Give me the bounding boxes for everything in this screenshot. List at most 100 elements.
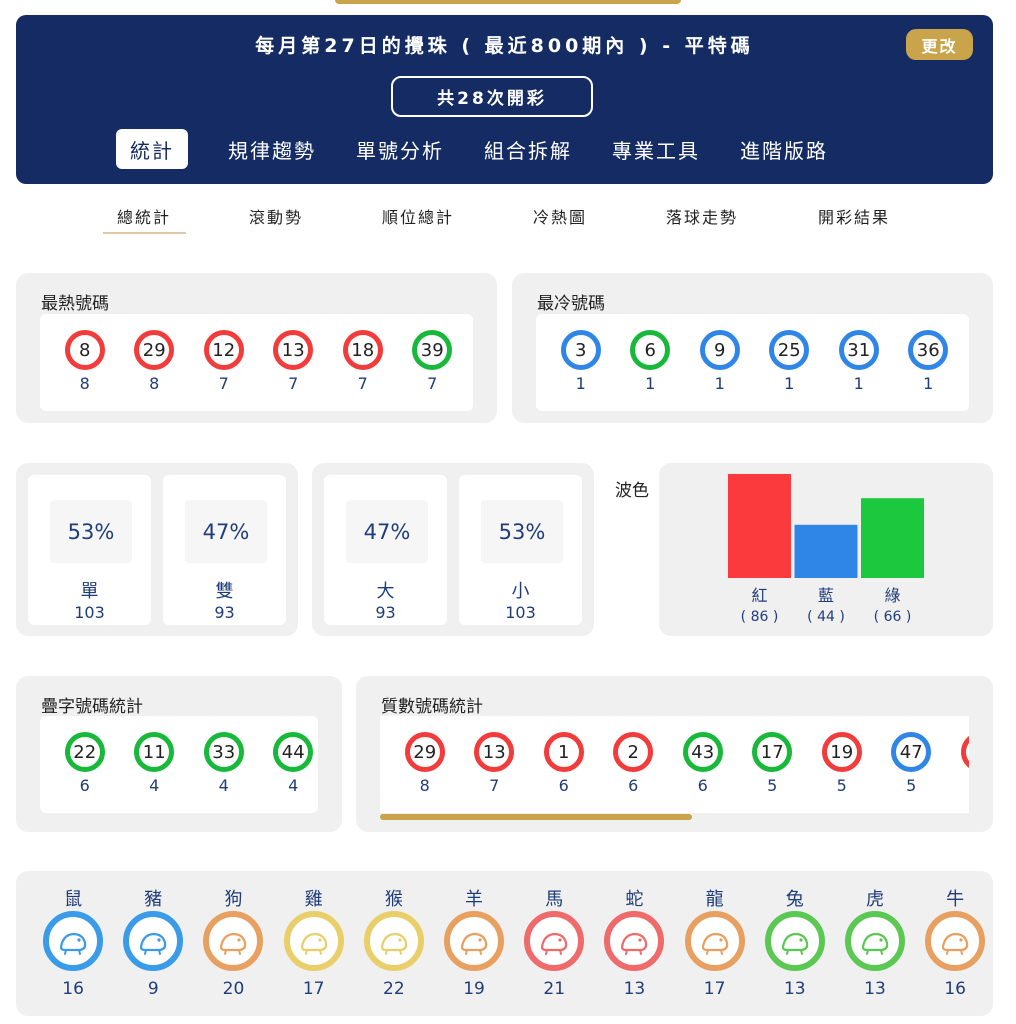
zodiac-item[interactable]: 豬9 [113,885,193,999]
zodiac-item[interactable]: 蛇 13 [594,885,674,999]
rooster-icon [283,911,344,971]
dragon-icon [684,911,745,971]
ball-item[interactable]: 25 1 [755,330,825,393]
zodiac-item[interactable]: 狗 20 [193,885,273,999]
subtab-rolling[interactable]: 滾動勢 [249,204,303,228]
zodiac-count: 13 [864,979,886,999]
zodiac-name: 虎 [865,889,884,910]
ball-item[interactable]: 12 7 [189,330,259,393]
odd-even-card: 53% 單 103 47% 雙 93 [16,463,298,636]
zodiac-item[interactable]: 猴 22 [354,885,434,999]
wave-color-title: 波色 [615,481,649,501]
ball-item[interactable]: 19 5 [807,732,877,795]
cold-numbers-title: 最冷號碼 [537,294,605,314]
draw-count-badge: 共28次開彩 [391,76,593,117]
prime-numbers-list[interactable]: 298137162643617519547574 [380,716,969,813]
ball-count: 6 [628,776,639,795]
ball-count: 7 [357,374,368,393]
ball-item[interactable]: 61 [616,330,686,393]
zodiac-item[interactable]: 牛 16 [915,885,995,999]
ball-item[interactable]: 29 8 [390,732,460,795]
number-ball: 33 [203,732,244,772]
odd-stat: 53% 單 103 [28,475,151,625]
pig-icon [123,911,184,971]
zodiac-item[interactable]: 羊 19 [434,885,514,999]
hot-numbers-list: 8 8 29 8 12 7 13 7 18 7 39 7 [40,314,473,411]
ball-item[interactable]: 16 [529,732,599,795]
dog-icon [203,911,264,971]
ball-count: 1 [645,374,656,393]
zodiac-count: 16 [944,979,966,999]
ball-item[interactable]: 22 6 [50,732,120,795]
header-panel: 每月第27日的攪珠 ( 最近800期內 ) - 平特碼 更改 共28次開彩 統計… [16,15,993,184]
small-stat: 53% 小 103 [459,475,582,625]
subtab-results[interactable]: 開彩結果 [818,204,890,228]
small-percent: 53% [481,500,563,563]
tab-tools[interactable]: 專業工具 [612,129,700,169]
zodiac-item[interactable]: 馬 21 [514,885,594,999]
ball-item[interactable]: 29 8 [120,330,190,393]
number-ball: 29 [134,330,175,370]
ball-item[interactable]: 13 7 [460,732,530,795]
tab-single-number[interactable]: 單號分析 [356,129,444,169]
odd-percent: 53% [50,500,132,563]
subtab-heatmap[interactable]: 冷熱圖 [533,204,587,228]
subtab-active-indicator [103,232,186,234]
ball-item[interactable]: 47 5 [877,732,947,795]
zodiac-item[interactable]: 龍 17 [675,885,755,999]
big-stat: 47% 大 93 [324,475,447,625]
ball-item[interactable]: 26 [599,732,669,795]
ball-item[interactable]: 74 [946,732,969,795]
tiger-icon [844,911,905,971]
number-ball: 25 [769,330,810,370]
cold-numbers-card: 最冷號碼 3 1 6 1 9 1 25 1 31 1 36 1 [512,273,993,423]
zodiac-item[interactable]: 鼠 16 [33,885,113,999]
ball-item[interactable]: 13 7 [259,330,329,393]
ball-item[interactable]: 31 [546,330,616,393]
ball-item[interactable]: 43 6 [668,732,738,795]
zodiac-card: 鼠 16 豬 9 狗 20 雞 17 猴 22 羊 19 馬 21 蛇 13 龍 17 兔 13 虎 13 牛 16 [16,871,993,1016]
subtab-overall[interactable]: 總統計 [117,204,171,228]
odd-label: 單 [80,581,99,602]
big-value: 93 [375,603,396,622]
number-ball: 11 [134,732,175,772]
change-button[interactable]: 更改 [906,29,973,60]
tab-trend[interactable]: 規律趨勢 [228,129,316,169]
wave-bar-label: 紅 [751,586,767,605]
tab-advanced[interactable]: 進階版路 [740,129,828,169]
ball-item[interactable]: 39 7 [398,330,468,393]
number-ball: 13 [474,732,515,772]
ball-item[interactable]: 33 4 [189,732,259,795]
prime-scrollbar[interactable] [380,814,692,820]
ball-count: 6 [79,776,90,795]
rabbit-icon [764,911,825,971]
ball-item[interactable]: 44 4 [259,732,329,795]
ball-count: 5 [906,776,917,795]
tab-statistics[interactable]: 統計 [116,129,188,169]
number-ball: 3 [560,330,601,370]
ball-item[interactable]: 11 4 [120,732,190,795]
number-ball: 44 [273,732,314,772]
ball-item[interactable]: 18 7 [328,330,398,393]
subtab-position[interactable]: 順位總計 [382,204,454,228]
zodiac-count: 13 [783,979,806,999]
ball-item[interactable]: 88 [50,330,120,393]
ball-item[interactable]: 17 5 [738,732,808,795]
wave-bar [794,524,858,578]
monkey-icon [363,911,424,971]
wave-color-chart: 紅 ( 86 ) 藍 ( 44 ) 綠 ( 66 ) [728,474,924,625]
zodiac-name: 兔 [785,889,804,910]
ball-count: 4 [218,776,229,795]
even-stat: 47% 雙 93 [163,475,286,625]
ball-item[interactable]: 31 1 [824,330,894,393]
ball-item[interactable]: 91 [685,330,755,393]
zodiac-item[interactable]: 雞 17 [274,885,354,999]
wave-bar-label: 藍 [818,586,834,605]
zodiac-item[interactable]: 兔 13 [755,885,835,999]
zodiac-item[interactable]: 虎 13 [835,885,915,999]
ball-count: 7 [489,776,500,795]
ball-item[interactable]: 36 1 [894,330,964,393]
tab-combination[interactable]: 組合拆解 [484,129,572,169]
number-ball: 22 [64,732,105,772]
subtab-ball-trend[interactable]: 落球走勢 [666,204,738,228]
